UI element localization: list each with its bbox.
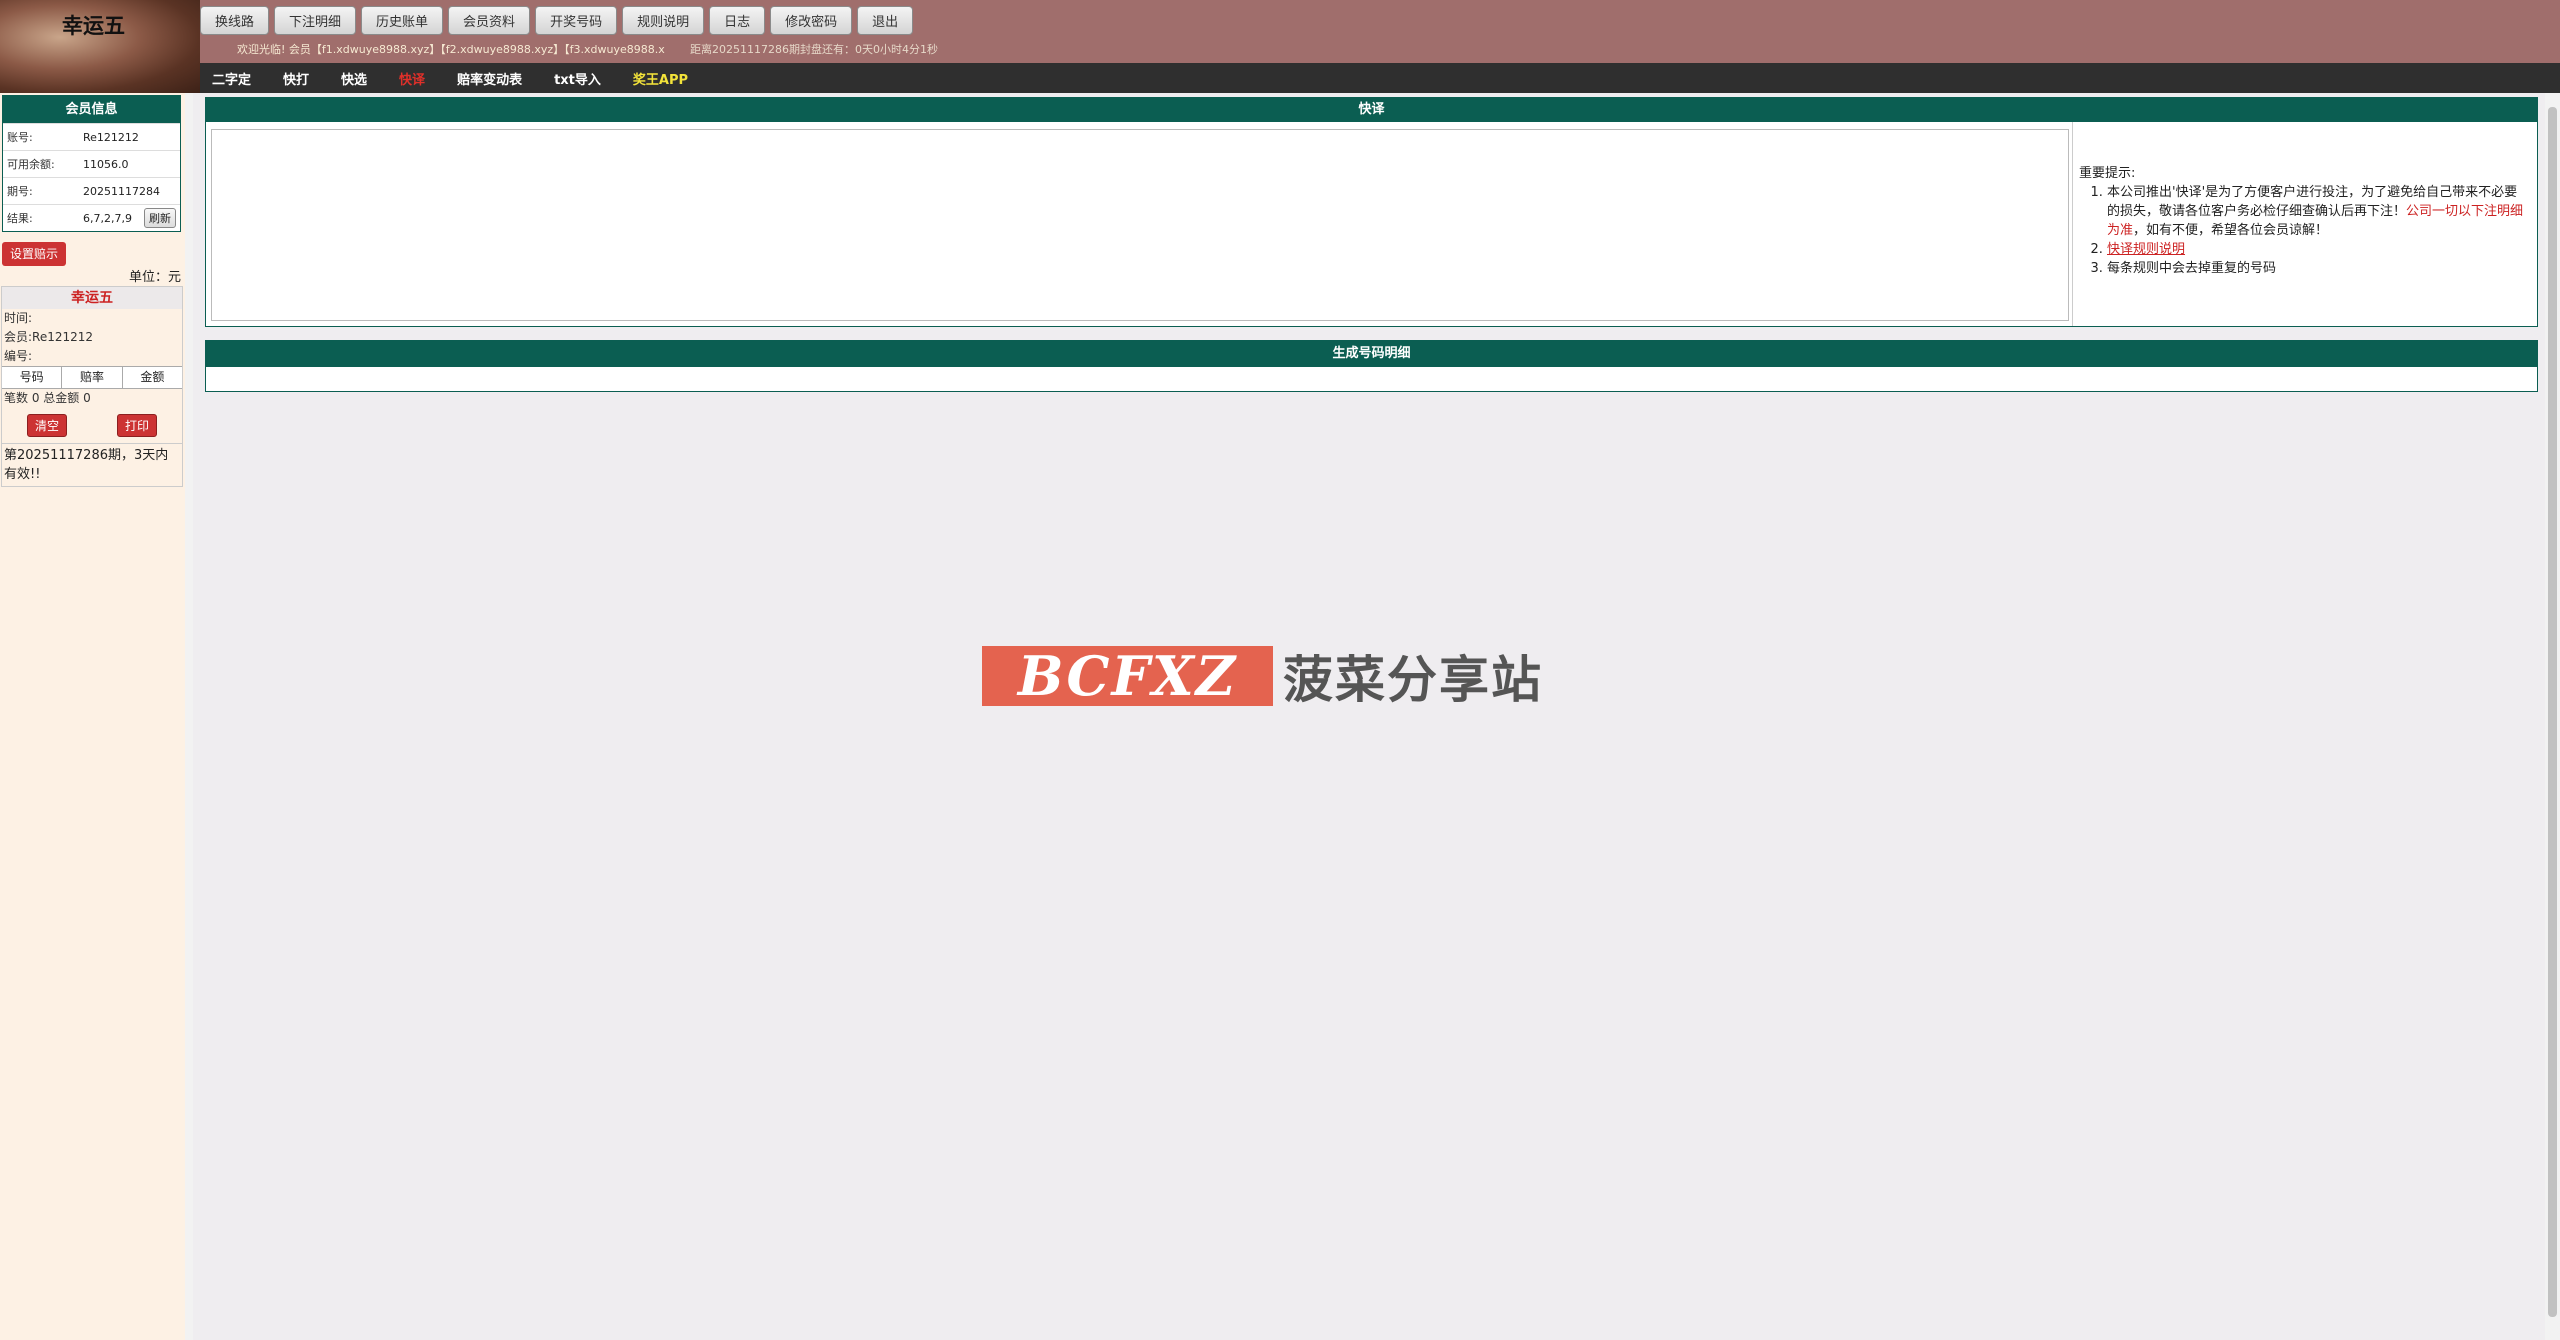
ticket-title: 幸运五 bbox=[2, 287, 182, 309]
member-label: 期号: bbox=[7, 185, 33, 198]
nav-log-button[interactable]: 日志 bbox=[709, 6, 766, 35]
member-row-period: 期号: 20251117284 bbox=[3, 177, 180, 204]
quick-translate-panel: 快译 重要提示: 本公司推出'快译'是为了方便客户进行投注，为了避免给自己带来不… bbox=[205, 97, 2538, 327]
nav-member-info-button[interactable]: 会员资料 bbox=[448, 6, 531, 35]
settings-display-button[interactable]: 设置赔示 bbox=[2, 242, 67, 266]
watermark: BCFXZ 菠菜分享站 bbox=[982, 640, 1543, 712]
member-info-box: 会员信息 账号: Re121212 可用余额: 11056.0 期号: 2025… bbox=[2, 95, 181, 232]
generated-numbers-title: 生成号码明细 bbox=[206, 341, 2537, 367]
subnav-quick-translate[interactable]: 快译 bbox=[399, 69, 425, 88]
tips-box: 重要提示: 本公司推出'快译'是为了方便客户进行投注，为了避免给自己带来不必要的… bbox=[2072, 122, 2538, 326]
member-value: Re121212 bbox=[83, 130, 139, 144]
subnav-quick-hit[interactable]: 快打 bbox=[283, 69, 309, 88]
sub-nav: 二字定 快打 快选 快译 赔率变动表 txt导入 奖王APP bbox=[200, 63, 2560, 93]
rules-link[interactable]: 快译规则说明 bbox=[2107, 242, 2185, 257]
subnav-two-digit[interactable]: 二字定 bbox=[212, 69, 251, 88]
unit-label: 单位：元 bbox=[128, 270, 181, 285]
col-number: 号码 bbox=[2, 367, 63, 388]
refresh-button[interactable]: 刷新 bbox=[144, 208, 176, 228]
ticket-buttons: 清空 打印 bbox=[2, 408, 182, 444]
tip-item: 快译规则说明 bbox=[2107, 240, 2530, 259]
clear-button[interactable]: 清空 bbox=[26, 414, 67, 437]
member-value: 11056.0 bbox=[83, 157, 129, 171]
member-row-result: 结果: 6,7,2,7,9 刷新 bbox=[3, 204, 180, 231]
ticket-table-header: 号码 赔率 金额 bbox=[2, 366, 182, 389]
nav-rules-button[interactable]: 规则说明 bbox=[622, 6, 705, 35]
header: 幸运五 换线路 下注明细 历史账单 会员资料 开奖号码 规则说明 日志 修改密码… bbox=[0, 0, 2560, 93]
ticket-note: 第20251117286期，3天内有效!! bbox=[4, 448, 169, 482]
logo-text: 幸运五 bbox=[62, 14, 125, 38]
tip-item: 本公司推出'快译'是为了方便客户进行投注，为了避免给自己带来不必要的损失，敬请各… bbox=[2107, 183, 2530, 240]
subnav-odds-change-table[interactable]: 赔率变动表 bbox=[457, 69, 522, 88]
nav-bet-details-button[interactable]: 下注明细 bbox=[274, 6, 357, 35]
nav-history-bills-button[interactable]: 历史账单 bbox=[361, 6, 444, 35]
nav-switch-line-button[interactable]: 换线路 bbox=[200, 6, 270, 35]
nav-logout-button[interactable]: 退出 bbox=[857, 6, 914, 35]
quick-translate-input[interactable] bbox=[211, 129, 2069, 321]
main-scrollbar[interactable] bbox=[2545, 93, 2560, 1340]
member-value: 20251117284 bbox=[83, 184, 160, 198]
ticket-time: 时间: bbox=[4, 311, 33, 325]
member-label: 结果: bbox=[7, 212, 33, 225]
tips-list: 本公司推出'快译'是为了方便客户进行投注，为了避免给自己带来不必要的损失，敬请各… bbox=[2079, 183, 2530, 278]
ticket-summary: 笔数 0 总金额 0 bbox=[4, 391, 91, 405]
col-odds: 赔率 bbox=[62, 367, 123, 388]
ticket-box: 幸运五 时间: 会员:Re121212 编号: 号码 赔率 金额 笔数 0 总金… bbox=[1, 286, 183, 487]
tips-title: 重要提示: bbox=[2079, 166, 2136, 181]
print-button[interactable]: 打印 bbox=[116, 414, 157, 437]
watermark-text: 菠菜分享站 bbox=[1283, 651, 1543, 709]
member-row-balance: 可用余额: 11056.0 bbox=[3, 150, 180, 177]
subnav-txt-import[interactable]: txt导入 bbox=[554, 69, 601, 88]
tip1-tail: ，如有不便，希望各位会员谅解！ bbox=[2133, 223, 2329, 238]
countdown-text: 距离20251117286期封盘还有：0天0小时4分1秒 bbox=[690, 43, 938, 56]
member-row-account: 账号: Re121212 bbox=[3, 123, 180, 150]
ticket-member: 会员:Re121212 bbox=[4, 330, 94, 344]
quick-translate-title: 快译 bbox=[206, 98, 2537, 122]
watermark-logo: BCFXZ bbox=[982, 644, 1273, 708]
nav-change-password-button[interactable]: 修改密码 bbox=[770, 6, 853, 35]
subnav-app[interactable]: 奖王APP bbox=[633, 69, 688, 88]
sidebar-scrollbar[interactable] bbox=[185, 93, 193, 1340]
sidebar: 会员信息 账号: Re121212 可用余额: 11056.0 期号: 2025… bbox=[0, 93, 185, 1340]
ticket-serial: 编号: bbox=[4, 349, 33, 363]
member-label: 账号: bbox=[7, 131, 33, 144]
tip-item: 每条规则中会去掉重复的号码 bbox=[2107, 259, 2530, 278]
scrollbar-thumb[interactable] bbox=[2548, 107, 2557, 1317]
col-amount: 金额 bbox=[140, 370, 165, 384]
member-label: 可用余额: bbox=[7, 158, 55, 171]
top-nav: 换线路 下注明细 历史账单 会员资料 开奖号码 规则说明 日志 修改密码 退出 bbox=[200, 6, 914, 35]
member-value: 6,7,2,7,9 bbox=[83, 211, 132, 225]
member-info-title: 会员信息 bbox=[3, 96, 180, 123]
welcome-text: 欢迎光临! 会员【f1.xdwuye8988.xyz】【f2.xdwuye898… bbox=[237, 43, 665, 56]
nav-draw-numbers-button[interactable]: 开奖号码 bbox=[535, 6, 618, 35]
logo: 幸运五 bbox=[0, 0, 200, 93]
subnav-quick-select[interactable]: 快选 bbox=[341, 69, 367, 88]
generated-numbers-panel: 生成号码明细 bbox=[205, 340, 2538, 392]
